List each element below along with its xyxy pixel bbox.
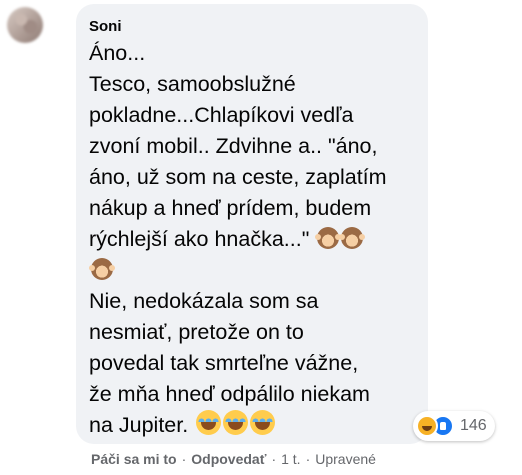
tears-of-joy-icon [196, 410, 222, 435]
edited-label[interactable]: Upravené [315, 451, 376, 467]
see-no-evil-monkey-icon [315, 227, 342, 249]
separator: · [271, 451, 277, 467]
comment-author[interactable]: Soni [89, 18, 416, 35]
tears-of-joy-icon [250, 410, 276, 435]
haha-reaction-icon [416, 415, 438, 437]
comment-bubble: Soni Áno... Tesco, samoobslužné pokladne… [76, 4, 428, 444]
comment-text: Áno... Tesco, samoobslužné pokladne...Ch… [89, 38, 416, 441]
separator: · [305, 451, 311, 467]
see-no-evil-monkey-icon [89, 258, 115, 280]
avatar[interactable] [7, 7, 43, 43]
reaction-count: 146 [460, 417, 487, 434]
comment-paragraph-1: Áno... Tesco, samoobslužné pokladne...Ch… [89, 41, 387, 251]
reply-button[interactable]: Odpovedať [191, 451, 266, 467]
comment-actions: Páči sa mi to · Odpovedať · 1 t. · Upravené [91, 451, 376, 467]
reactions-summary[interactable]: 146 [413, 411, 495, 441]
separator: · [181, 451, 187, 467]
comment-timestamp[interactable]: 1 t. [281, 451, 300, 467]
see-no-evil-monkey-icon [339, 227, 366, 249]
like-button[interactable]: Páči sa mi to [91, 451, 177, 467]
tears-of-joy-icon [223, 410, 249, 435]
